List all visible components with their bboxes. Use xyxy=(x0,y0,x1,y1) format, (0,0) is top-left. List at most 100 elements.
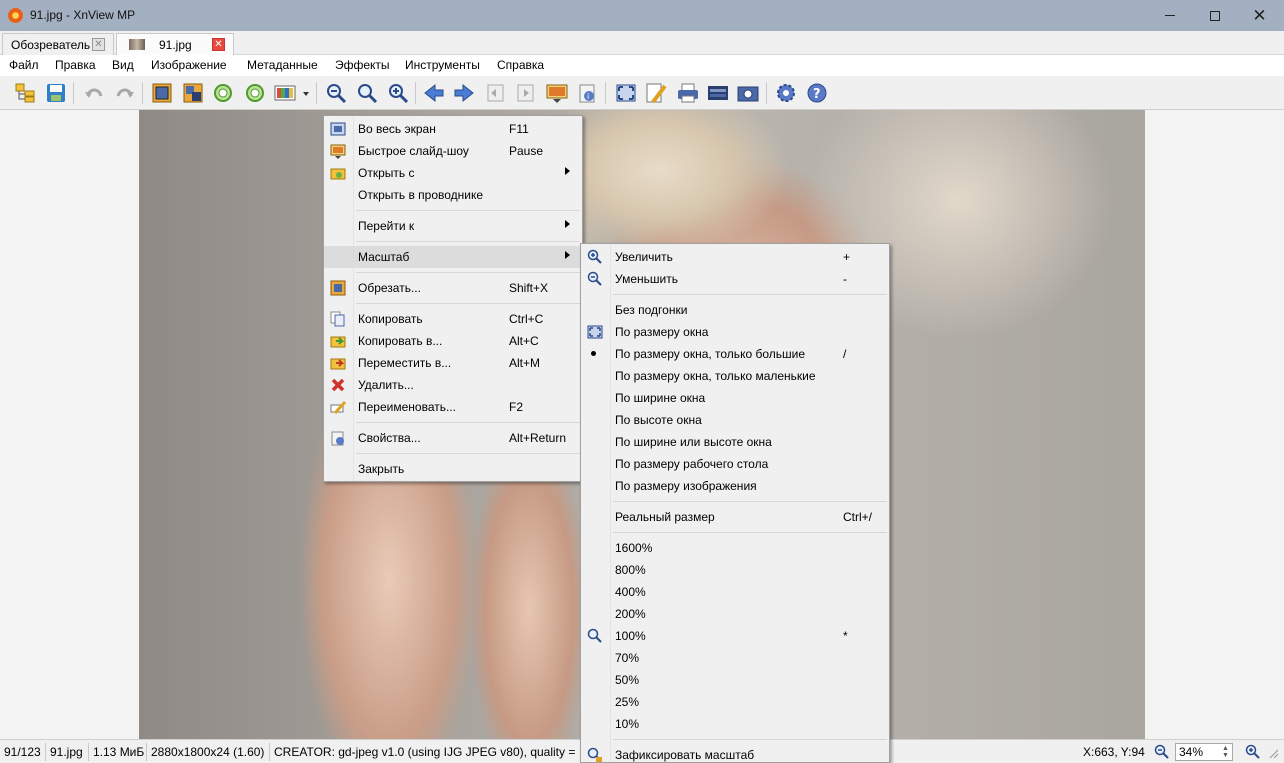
zoom-level-input[interactable]: 34% ▲ ▼ xyxy=(1175,743,1233,761)
adjust-colors-button[interactable] xyxy=(274,82,296,104)
edit-button[interactable] xyxy=(645,82,667,104)
zoom-item-actual-size[interactable]: Реальный размер Ctrl+/ xyxy=(581,506,889,528)
ctx-item-copy-to[interactable]: Копировать в... Alt+C xyxy=(324,330,582,352)
zoom-in-button[interactable] xyxy=(387,82,409,104)
crop-button[interactable] xyxy=(151,82,173,104)
slideshow-button[interactable] xyxy=(546,82,568,104)
toolbar-separator xyxy=(73,82,74,104)
menu-view[interactable]: Вид xyxy=(112,58,134,72)
ctx-item-zoom[interactable]: Масштаб xyxy=(324,246,582,268)
ctx-item-delete[interactable]: Удалить... xyxy=(324,374,582,396)
ctx-item-open-with[interactable]: Открыть с xyxy=(324,162,582,184)
ctx-item-rename[interactable]: Переименовать... F2 xyxy=(324,396,582,418)
minimize-button[interactable] xyxy=(1147,0,1192,31)
ctx-item-go-to[interactable]: Перейти к xyxy=(324,215,582,237)
previous-image-button[interactable] xyxy=(423,82,445,104)
ctx-item-close[interactable]: Закрыть xyxy=(324,458,582,480)
menu-separator xyxy=(613,501,887,502)
zoom-item-800[interactable]: 800% xyxy=(581,559,889,581)
ctx-item-crop[interactable]: Обрезать... Shift+X xyxy=(324,277,582,299)
resize-grip-icon[interactable] xyxy=(1268,748,1280,760)
zoom-item-fit-desktop[interactable]: По размеру рабочего стола xyxy=(581,453,889,475)
redo-button[interactable] xyxy=(114,82,136,104)
ctx-item-properties[interactable]: Свойства... Alt+Return xyxy=(324,427,582,449)
zoom-item-no-fit[interactable]: Без подгонки xyxy=(581,299,889,321)
zoom-fit-button[interactable] xyxy=(356,82,378,104)
tab-image[interactable]: 91.jpg ✕ xyxy=(116,33,234,55)
zoom-item-50[interactable]: 50% xyxy=(581,669,889,691)
close-window-button[interactable]: ✕ xyxy=(1237,0,1282,31)
zoom-in-icon[interactable] xyxy=(1245,744,1261,760)
rotate-left-button[interactable] xyxy=(212,82,234,104)
zoom-level-value: 34% xyxy=(1179,745,1204,759)
zoom-item-25[interactable]: 25% xyxy=(581,691,889,713)
zoom-out-button[interactable] xyxy=(325,82,347,104)
menu-effects[interactable]: Эффекты xyxy=(335,58,390,72)
ctx-item-slideshow[interactable]: Быстрое слайд-шоу Pause xyxy=(324,140,582,162)
zoom-item-400[interactable]: 400% xyxy=(581,581,889,603)
zoom-item-fit-window-large-only[interactable]: По размеру окна, только большие / xyxy=(581,343,889,365)
toolbar-separator xyxy=(766,82,767,104)
settings-button[interactable] xyxy=(775,82,797,104)
zoom-in-icon xyxy=(587,249,602,264)
ctx-item-move-to[interactable]: Переместить в... Alt+M xyxy=(324,352,582,374)
crop-icon xyxy=(152,83,172,103)
zoom-item-100[interactable]: 100% * xyxy=(581,625,889,647)
zoom-item-zoom-in[interactable]: Увеличить + xyxy=(581,246,889,268)
save-button[interactable] xyxy=(45,82,67,104)
zoom-item-10[interactable]: 10% xyxy=(581,713,889,735)
menu-image[interactable]: Изображение xyxy=(151,58,227,72)
print-icon xyxy=(678,83,698,103)
zoom-item-fit-window[interactable]: По размеру окна xyxy=(581,321,889,343)
zoom-out-icon[interactable] xyxy=(1154,744,1170,760)
tab-browser[interactable]: Обозреватель ✕ xyxy=(2,33,114,55)
minimize-icon xyxy=(1164,15,1175,16)
slideshow-icon xyxy=(546,84,568,103)
zoom-item-70[interactable]: 70% xyxy=(581,647,889,669)
toolbar-separator xyxy=(605,82,606,104)
ctx-item-fullscreen[interactable]: Во весь экран F11 xyxy=(324,118,582,140)
help-button[interactable]: ? xyxy=(806,82,828,104)
zoom-item-fit-image[interactable]: По размеру изображения xyxy=(581,475,889,497)
adjust-colors-dropdown[interactable] xyxy=(300,82,312,104)
zoom-item-zoom-out[interactable]: Уменьшить - xyxy=(581,268,889,290)
menu-help[interactable]: Справка xyxy=(497,58,544,72)
rotate-right-button[interactable] xyxy=(244,82,266,104)
resize-button[interactable] xyxy=(182,82,204,104)
menu-metadata[interactable]: Метаданные xyxy=(247,58,318,72)
print-button[interactable] xyxy=(677,82,699,104)
browser-button[interactable] xyxy=(14,82,36,104)
menu-separator xyxy=(356,422,580,423)
zoom-item-fit-height[interactable]: По высоте окна xyxy=(581,409,889,431)
next-image-button[interactable] xyxy=(453,82,475,104)
zoom-item-fit-width[interactable]: По ширине окна xyxy=(581,387,889,409)
next-page-button[interactable] xyxy=(514,82,536,104)
menu-separator xyxy=(356,210,580,211)
zoom-item-lock-zoom[interactable]: Зафиксировать масштаб xyxy=(581,744,889,763)
menu-tools[interactable]: Инструменты xyxy=(405,58,480,72)
info-icon: i xyxy=(579,84,595,103)
capture-button[interactable] xyxy=(737,82,759,104)
resize-icon xyxy=(183,83,203,103)
close-tab-icon[interactable]: ✕ xyxy=(92,38,105,51)
info-button[interactable]: i xyxy=(576,82,598,104)
undo-button[interactable] xyxy=(83,82,105,104)
zoom-item-1600[interactable]: 1600% xyxy=(581,537,889,559)
scan-button[interactable] xyxy=(707,82,729,104)
ctx-item-open-in-explorer[interactable]: Открыть в проводнике xyxy=(324,184,582,206)
ctx-item-copy[interactable]: Копировать Ctrl+C xyxy=(324,308,582,330)
close-tab-icon[interactable]: ✕ xyxy=(212,38,225,51)
zoom-item-200[interactable]: 200% xyxy=(581,603,889,625)
spinner-icon[interactable]: ▲ ▼ xyxy=(1222,745,1231,759)
open-with-icon xyxy=(330,168,346,180)
zoom-item-fit-window-small-only[interactable]: По размеру окна, только маленькие xyxy=(581,365,889,387)
menu-edit[interactable]: Правка xyxy=(55,58,96,72)
maximize-button[interactable] xyxy=(1192,0,1237,31)
next-page-icon xyxy=(517,84,534,102)
zoom-item-fit-width-or-height[interactable]: По ширине или высоте окна xyxy=(581,431,889,453)
title-bar: 91.jpg - XnView MP ✕ xyxy=(0,0,1284,31)
lock-zoom-icon xyxy=(587,747,602,762)
first-page-button[interactable] xyxy=(484,82,506,104)
fullscreen-button[interactable] xyxy=(615,82,637,104)
menu-file[interactable]: Файл xyxy=(9,58,39,72)
